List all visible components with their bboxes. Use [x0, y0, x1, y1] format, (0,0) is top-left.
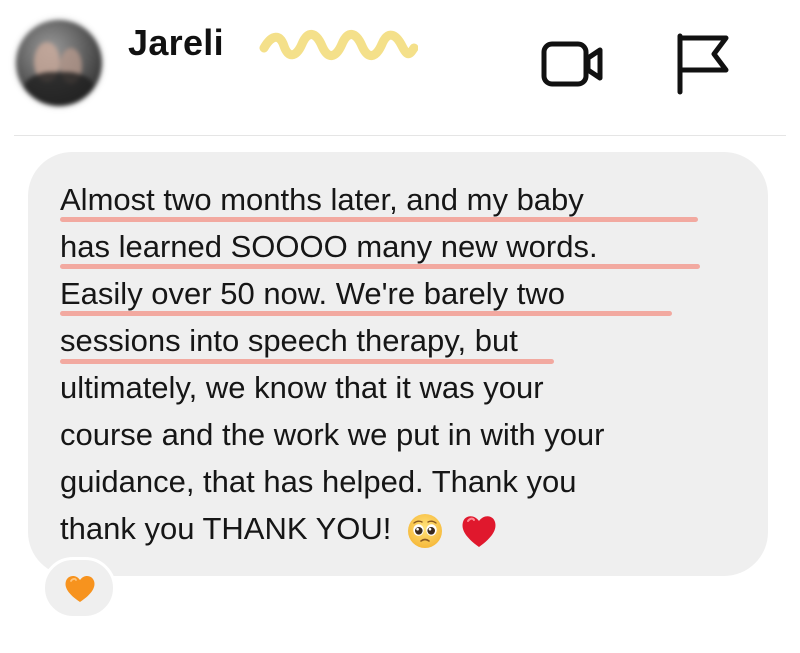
message-line: has learned SOOOO many new words.: [60, 229, 598, 264]
message-last-line: thank you THANK YOU!: [60, 507, 499, 551]
video-camera-icon: [541, 41, 603, 87]
chat-header: Jareli: [0, 0, 800, 136]
contact-avatar[interactable]: [16, 20, 102, 106]
message-line: Easily over 50 now. We're barely two: [60, 276, 566, 311]
orange-heart-emoji-icon: [65, 575, 95, 602]
flag-icon: [677, 33, 729, 95]
message-line: thank you THANK YOU!: [60, 511, 392, 546]
video-call-button[interactable]: [540, 38, 606, 90]
squiggle-doodle-icon: [259, 30, 418, 60]
message-line: course and the work we put in with your: [60, 417, 605, 452]
message-line: guidance, that has helped. Thank you: [60, 464, 577, 499]
message-line: Almost two months later, and my baby: [60, 182, 584, 217]
report-button[interactable]: [672, 32, 732, 96]
message-line: sessions into speech therapy, but: [60, 323, 518, 358]
reaction-badge[interactable]: [42, 557, 116, 619]
pleading-face-emoji-icon: [408, 513, 443, 548]
contact-name[interactable]: Jareli: [128, 22, 224, 64]
message-line: ultimately, we know that it was your: [60, 370, 544, 405]
header-divider: [14, 135, 786, 136]
red-heart-emoji-icon: [462, 516, 496, 547]
